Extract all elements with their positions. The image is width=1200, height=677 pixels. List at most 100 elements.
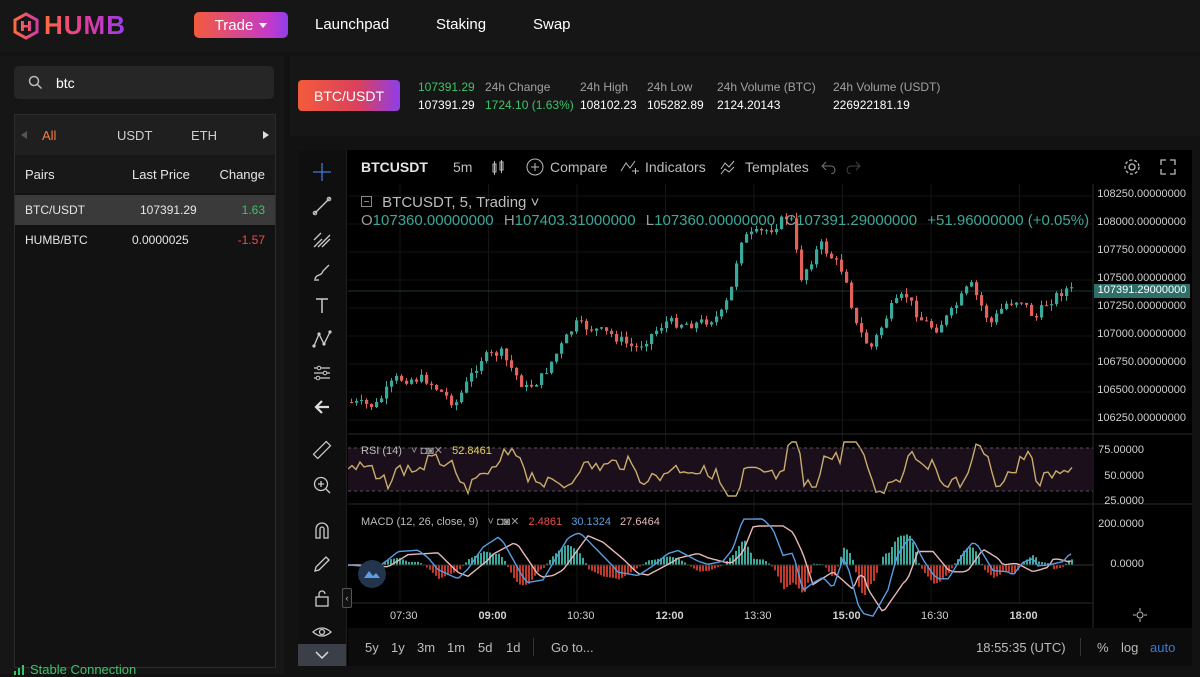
range-1m[interactable]: 1m	[447, 640, 465, 655]
utc-clock[interactable]: 18:55:35 (UTC)	[976, 640, 1066, 655]
indicators-icon[interactable]	[620, 159, 640, 175]
interval-selector[interactable]: 5m	[453, 159, 472, 175]
crosshair-icon[interactable]	[309, 159, 335, 185]
filter-all[interactable]: All	[42, 128, 56, 143]
macd-histogram-bar	[876, 565, 878, 574]
price-tick: 106500.00000000	[1097, 384, 1186, 396]
nav-staking[interactable]: Staking	[436, 16, 486, 33]
macd-histogram-bar	[855, 565, 857, 573]
collapse-panel-handle[interactable]: ‹	[342, 588, 352, 608]
candle-body	[730, 286, 734, 301]
col-change[interactable]: Change	[219, 167, 265, 182]
col-last-price[interactable]: Last Price	[132, 167, 190, 182]
compare-plus-icon[interactable]	[526, 158, 544, 176]
chart-logo-badge[interactable]	[358, 560, 386, 588]
range-1y[interactable]: 1y	[391, 640, 405, 655]
range-5d[interactable]: 5d	[478, 640, 492, 655]
current-pair-button[interactable]: BTC/USDT	[298, 80, 400, 111]
auto-scale-toggle[interactable]: auto	[1150, 640, 1175, 655]
candle-body	[800, 249, 804, 281]
last-price-top: 107391.29	[418, 80, 475, 94]
candle-body	[575, 320, 579, 332]
scroll-right-icon[interactable]	[263, 131, 269, 139]
arrow-left-icon[interactable]	[309, 394, 335, 420]
collapse-legend-icon[interactable]	[361, 196, 372, 207]
pair-search-box[interactable]	[14, 66, 274, 99]
pair-row-btc-usdt[interactable]: BTC/USDT 107391.29 1.63	[15, 195, 275, 225]
macd-histogram-bar	[570, 546, 572, 566]
legend-close: 107391.29000000	[796, 212, 918, 229]
price-chart-canvas[interactable]	[348, 184, 1192, 628]
logo[interactable]: HUMB	[12, 10, 126, 41]
zoom-in-icon[interactable]	[309, 472, 335, 498]
ruler-icon[interactable]	[309, 437, 335, 463]
pair-row-humb-btc[interactable]: HUMB/BTC 0.0000025 -1.57	[15, 225, 275, 255]
legend-title[interactable]: BTCUSDT, 5, Trading	[382, 194, 526, 211]
logo-text: HUMB	[44, 10, 126, 40]
pencil-lock-icon[interactable]	[309, 551, 335, 577]
candle-body	[920, 317, 924, 321]
magnet-icon[interactable]	[309, 517, 335, 543]
candle-body	[405, 380, 409, 384]
pitchfork-icon[interactable]	[309, 226, 335, 252]
pattern-icon[interactable]	[309, 326, 335, 352]
log-scale-toggle[interactable]: log	[1121, 640, 1138, 655]
range-3m[interactable]: 3m	[417, 640, 435, 655]
compare-button[interactable]: Compare	[550, 159, 608, 175]
trade-menu-button[interactable]: Trade	[194, 12, 288, 38]
connection-status-text: Stable Connection	[30, 662, 137, 677]
macd-histogram-bar	[1056, 565, 1058, 569]
templates-button[interactable]: Templates	[745, 159, 809, 175]
scroll-left-icon[interactable]	[21, 131, 27, 139]
trend-line-icon[interactable]	[309, 193, 335, 219]
rsi-label[interactable]: RSI (14)	[361, 445, 402, 457]
macd-histogram-bar	[729, 557, 731, 566]
expand-toolbar-button[interactable]	[298, 644, 346, 666]
pair-search-input[interactable]	[54, 74, 258, 92]
redo-icon[interactable]	[846, 160, 862, 174]
macd-histogram-bar	[897, 537, 899, 566]
macd-histogram-bar	[783, 565, 785, 590]
macd-histogram-bar	[636, 565, 638, 569]
price-tick: 107000.00000000	[1097, 328, 1186, 340]
price-tick: 108000.00000000	[1097, 216, 1186, 228]
macd-settings-icons[interactable]: ˅ ◘◙✕	[487, 516, 519, 528]
templates-icon[interactable]	[720, 159, 740, 175]
chevron-down-icon	[315, 651, 329, 660]
candle-body	[905, 293, 909, 298]
candle-style-icon[interactable]	[491, 160, 505, 176]
undo-icon[interactable]	[820, 160, 836, 174]
time-tick: 12:00	[655, 610, 684, 622]
fullscreen-icon[interactable]	[1159, 158, 1177, 176]
text-tool-icon[interactable]	[309, 292, 335, 318]
candle-body	[740, 242, 744, 264]
range-1d[interactable]: 1d	[506, 640, 520, 655]
col-pairs[interactable]: Pairs	[25, 167, 55, 182]
legend-caret-icon[interactable]: ˅	[531, 194, 540, 211]
axis-settings-icon[interactable]	[1133, 608, 1147, 622]
eye-icon[interactable]	[309, 619, 335, 645]
range-5y[interactable]: 5y	[365, 640, 379, 655]
filter-usdt[interactable]: USDT	[117, 128, 152, 143]
stat-value: 226922181.19	[833, 98, 910, 112]
macd-label[interactable]: MACD (12, 26, close, 9)	[361, 516, 478, 528]
prediction-icon[interactable]	[309, 360, 335, 386]
candle-body	[700, 319, 704, 323]
nav-swap[interactable]: Swap	[533, 16, 571, 33]
lock-icon[interactable]	[309, 585, 335, 611]
nav-launchpad[interactable]: Launchpad	[315, 16, 389, 33]
candle-body	[540, 373, 544, 385]
macd-histogram-bar	[519, 565, 521, 585]
settings-gear-icon[interactable]	[1123, 158, 1141, 176]
symbol-selector[interactable]: BTCUSDT	[361, 159, 428, 175]
brush-icon[interactable]	[309, 259, 335, 285]
candle-body	[635, 346, 639, 348]
trading-chart[interactable]: BTCUSDT 5m Compare Indicators Templates …	[298, 150, 1192, 666]
goto-date-button[interactable]: Go to...	[551, 640, 594, 655]
percent-scale-toggle[interactable]: %	[1097, 640, 1109, 655]
divider	[1080, 638, 1081, 656]
candle-body	[560, 343, 564, 354]
indicators-button[interactable]: Indicators	[645, 159, 706, 175]
filter-eth[interactable]: ETH	[191, 128, 217, 143]
rsi-settings-icons[interactable]: ˅ ◘◙✕	[411, 445, 443, 457]
